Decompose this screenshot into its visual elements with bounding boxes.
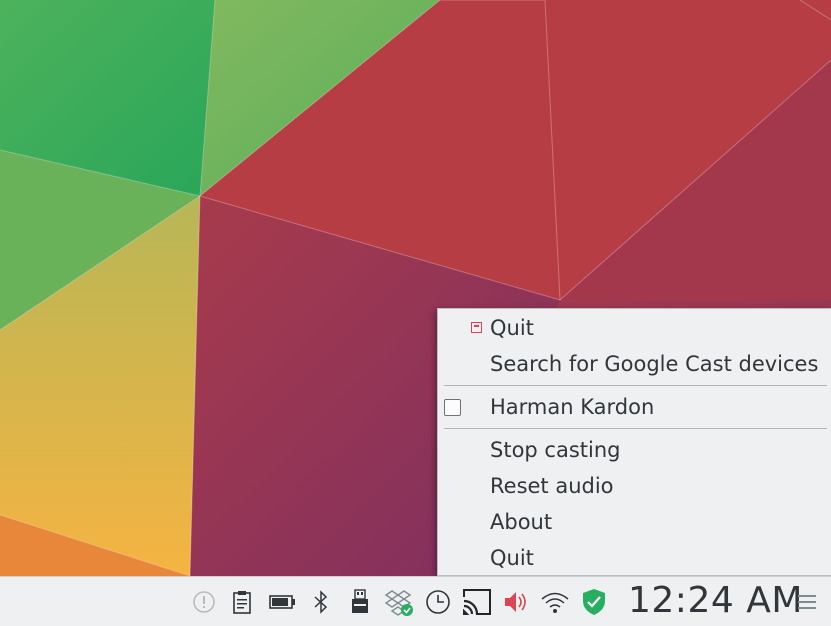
wifi-icon[interactable] [540, 587, 570, 617]
search-devices-item[interactable]: Search for Google Cast devices [438, 346, 831, 382]
clock-icon[interactable] [423, 587, 453, 617]
quit-label: Quit [490, 546, 534, 570]
clock-time[interactable]: 12:24 AM [628, 580, 803, 621]
quit-item[interactable]: Quit [438, 540, 831, 576]
panel-menu-icon[interactable] [792, 587, 822, 617]
cast-icon[interactable] [462, 587, 492, 617]
reset-audio-item[interactable]: Reset audio [438, 468, 831, 504]
shield-icon[interactable] [579, 587, 609, 617]
device-label: Harman Kardon [490, 395, 655, 419]
clipboard-icon[interactable] [227, 587, 257, 617]
menu-title: Quit [490, 316, 534, 340]
volume-icon[interactable] [501, 587, 531, 617]
usb-drive-icon[interactable] [345, 587, 375, 617]
battery-icon[interactable] [267, 587, 297, 617]
search-devices-label: Search for Google Cast devices [490, 352, 819, 376]
dropbox-icon[interactable] [384, 587, 414, 617]
taskbar: 12:24 AM [0, 576, 831, 626]
menu-title-row: Quit [438, 310, 831, 346]
stop-casting-label: Stop casting [490, 438, 621, 462]
notifications-icon[interactable] [189, 587, 219, 617]
cast-context-menu: Quit Search for Google Cast devices Harm… [437, 308, 831, 576]
device-checkbox[interactable] [444, 399, 461, 416]
menu-separator [444, 385, 827, 386]
reset-audio-label: Reset audio [490, 474, 614, 498]
app-icon [471, 322, 482, 333]
about-label: About [490, 510, 553, 534]
bluetooth-icon[interactable] [306, 587, 336, 617]
device-item-harman-kardon[interactable]: Harman Kardon [438, 389, 831, 425]
stop-casting-item[interactable]: Stop casting [438, 432, 831, 468]
about-item[interactable]: About [438, 504, 831, 540]
menu-separator [444, 428, 827, 429]
